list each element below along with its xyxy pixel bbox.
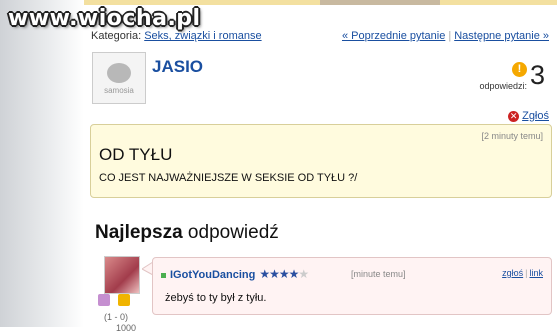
star-icon: ★ <box>278 267 290 281</box>
nav-separator: | <box>448 30 452 42</box>
best-answer-rest: odpowiedź <box>182 222 279 243</box>
thumb-up-icon[interactable] <box>98 294 110 306</box>
avatar-logo-text: samosia <box>104 86 134 95</box>
speech-bubble-icon <box>107 63 131 83</box>
answerer-avatar[interactable] <box>104 256 140 294</box>
answer-time: [minute temu] <box>351 269 406 279</box>
report-link[interactable]: Zgłoś <box>522 110 549 122</box>
vote-score: (1 - 0) <box>104 312 129 322</box>
actions-separator: | <box>525 268 528 278</box>
category-label: Kategoria: <box>91 30 142 42</box>
prev-question-link[interactable]: « Poprzednie pytanie <box>342 30 445 42</box>
rating-stars: ★★★★★ <box>259 267 309 281</box>
top-banner <box>84 0 557 5</box>
vote-extra: 1000 <box>116 323 137 333</box>
thumb-down-icon[interactable] <box>118 294 130 306</box>
report-question[interactable]: ✕ Zgłoś <box>508 110 549 122</box>
site-watermark: www.wiocha.pl <box>8 6 201 31</box>
answer-text: żebyś to ty był z tyłu. <box>165 292 267 304</box>
online-status-icon <box>161 272 166 278</box>
question-nav: « Poprzednie pytanie | Następne pytanie » <box>342 30 549 42</box>
answers-count-label: odpowiedzi: <box>479 81 527 91</box>
banner-photo <box>320 0 440 5</box>
question-title: OD TYŁU <box>99 145 173 164</box>
answer-header: IGotYouDancing ★★★★★ <box>161 267 309 281</box>
best-answer-heading: Najlepsza odpowiedź <box>95 222 279 244</box>
next-question-link[interactable]: Następne pytanie » <box>454 30 549 42</box>
answer-box: IGotYouDancing ★★★★★ [minute temu] zgłoś |… <box>152 257 552 315</box>
question-time: [2 minuty temu] <box>481 131 543 141</box>
star-icon: ★ <box>298 267 309 281</box>
category-link[interactable]: Seks, związki i romanse <box>144 30 261 42</box>
asker-username[interactable]: JASIO <box>152 57 203 77</box>
best-answer-bold: Najlepsza <box>95 222 183 243</box>
question-box: [2 minuty temu] OD TYŁU CO JEST NAJWAŻNI… <box>90 124 552 198</box>
close-icon: ✕ <box>508 110 520 122</box>
exclamation-icon: ! <box>512 62 527 77</box>
asker-avatar[interactable]: samosia <box>92 52 146 104</box>
answer-actions: zgłoś | link <box>502 268 543 278</box>
category-line: Kategoria: Seks, związki i romanse <box>91 30 262 42</box>
left-gradient-strip <box>0 0 84 327</box>
answer-permalink[interactable]: link <box>529 268 543 278</box>
answerer-username[interactable]: IGotYouDancing <box>170 269 255 281</box>
star-icon: ★ <box>259 267 270 281</box>
question-body: CO JEST NAJWAŻNIEJSZE W SEKSIE OD TYŁU ?… <box>99 172 358 184</box>
answer-report-link[interactable]: zgłoś <box>502 268 523 278</box>
star-icon: ★ <box>269 267 280 281</box>
star-icon: ★ <box>288 267 300 281</box>
answers-count-number: 3 <box>529 60 545 90</box>
